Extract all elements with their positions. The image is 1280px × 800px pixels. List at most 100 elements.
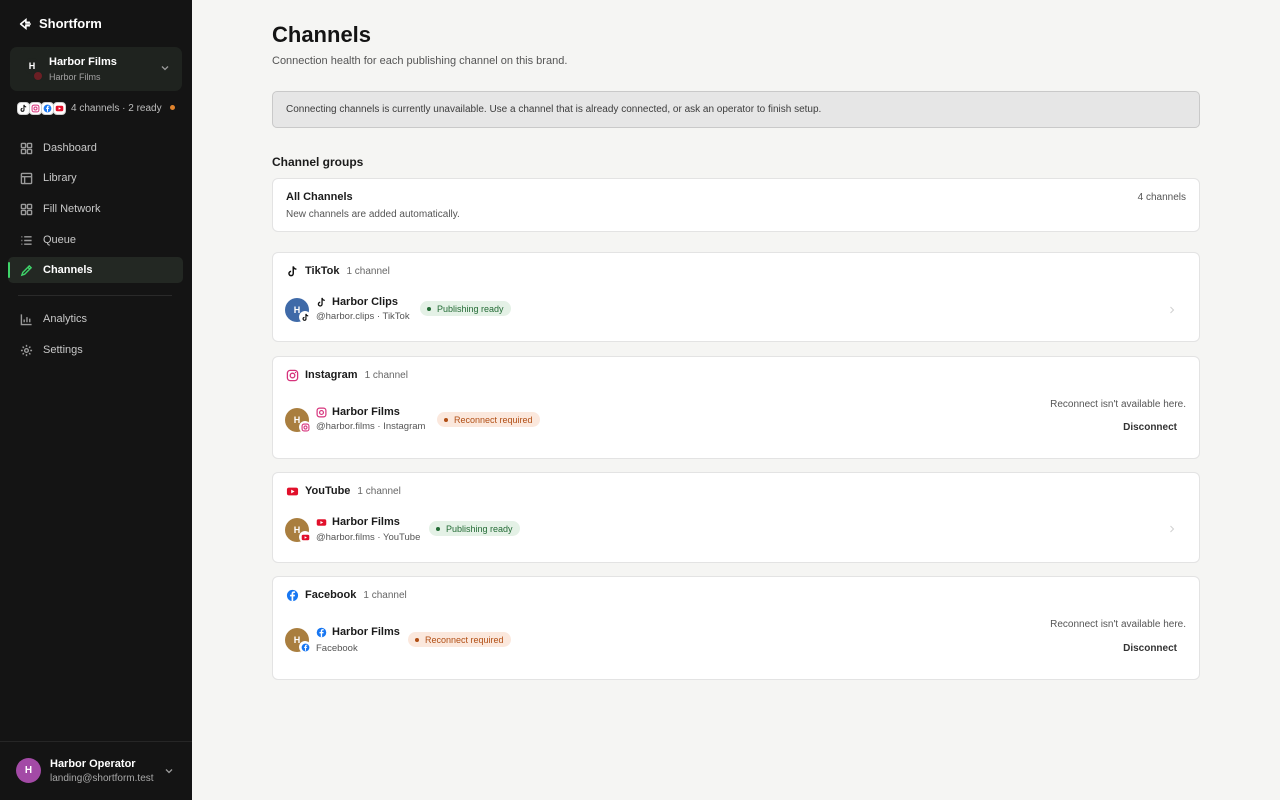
channel-name-line[interactable]: Harbor Clips [316,295,398,309]
user-email: landing@shortform.test [50,773,154,784]
disconnect-button[interactable]: Disconnect [1123,422,1177,433]
status-badge: Publishing ready [420,301,511,316]
channel-name-line[interactable]: Harbor Films [316,405,400,419]
chevron-down-icon[interactable] [164,766,174,776]
platform-card-youtube: YouTube 1 channel H Harbor Films @harbor… [272,472,1200,563]
channel-name: Harbor Films [332,516,400,528]
facebook-icon [316,627,327,637]
nav-item-dashboard[interactable]: Dashboard [8,135,183,161]
status-dot [436,526,440,531]
page-title: Channels [272,22,372,47]
brand-name: Harbor Films [49,56,117,68]
nav-item-queue[interactable]: Queue [8,227,183,253]
user-name[interactable]: Harbor Operator [50,758,136,770]
analytics-icon [20,313,32,325]
status-badge: Publishing ready [429,521,520,536]
tiktok-badge-icon [299,311,311,323]
platform-header: YouTube 1 channel [286,484,401,498]
channel-handle: @harbor.clips · TikTok [316,311,410,322]
platform-header: Instagram 1 channel [286,368,408,382]
channel-status-text: 4 channels · 2 ready [71,102,162,114]
platform-name: Instagram [305,369,358,381]
status-text: Reconnect required [454,414,533,425]
nav-item-analytics[interactable]: Analytics [8,306,183,332]
nav-item-settings[interactable]: Settings [8,337,183,363]
platform-name: Facebook [305,589,357,601]
app-logo[interactable]: Shortform [18,16,102,31]
brand-color-dot [33,71,43,81]
page-subtitle: Connection health for each publishing ch… [272,55,568,67]
nav-label: Channels [43,264,93,276]
status-badge: Reconnect required [437,412,540,427]
status-indicator-dot [170,105,175,110]
dashboard-icon [20,142,33,154]
channel-name: Harbor Films [332,406,400,418]
tiktok-icon [288,265,297,276]
status-dot [415,637,419,642]
nav-item-fill-network[interactable]: Fill Network [8,196,183,222]
status-badge: Reconnect required [408,632,511,647]
platform-header: TikTok 1 channel [286,264,390,278]
nav-label: Settings [43,344,83,356]
status-dot [427,306,431,311]
instagram-badge-icon [299,421,311,433]
platform-channel-count: 1 channel [364,369,408,381]
reconnect-note: Reconnect isn't available here. [1050,399,1186,410]
nav-divider [18,295,172,296]
channel-handle: @harbor.films · Instagram [316,421,426,432]
brand-switcher[interactable]: H Harbor Films Harbor Films [10,47,182,91]
youtube-badge-icon [299,531,311,543]
channel-handle: @harbor.films · YouTube [316,532,421,543]
platform-channel-count: 1 channel [363,589,407,601]
channel-name-line[interactable]: Harbor Films [316,515,400,529]
nav-label: Analytics [43,313,88,325]
platform-header: Facebook 1 channel [286,588,407,602]
platform-channel-count: 1 channel [357,485,401,497]
queue-icon [21,235,32,245]
youtube-icon [316,518,327,526]
nav-item-channels[interactable]: Channels [8,257,183,283]
user-avatar[interactable]: H [16,758,41,783]
channel-name: Harbor Films [332,626,400,638]
nav-label: Fill Network [43,203,101,215]
platform-card-facebook: Facebook 1 channel H Harbor Films Facebo… [272,576,1200,680]
channel-name: Harbor Clips [332,296,399,308]
channel-group-all[interactable]: All Channels New channels are added auto… [272,178,1200,232]
info-banner: Connecting channels is currently unavail… [272,91,1200,128]
shortform-logo-icon [19,17,32,30]
group-channel-count: 4 channels [1137,192,1186,203]
channel-status-summary[interactable]: 4 channels · 2 ready [17,100,179,116]
channel-handle: Facebook [316,643,358,654]
status-text: Reconnect required [425,634,504,645]
instagram-icon [286,369,299,381]
chevron-right-icon[interactable] [1169,306,1175,314]
app-name: Shortform [39,16,102,31]
channels-icon [20,264,33,276]
brand-subtitle: Harbor Films [49,72,101,82]
platform-channel-count: 1 channel [346,265,390,277]
group-title: All Channels [286,191,353,203]
sidebar: Shortform H Harbor Films Harbor Films 4 … [0,0,192,800]
user-divider [0,741,192,742]
nav-label: Dashboard [43,142,97,154]
chevron-down-icon [161,66,169,71]
channel-name-line[interactable]: Harbor Films [316,625,400,639]
settings-icon [20,344,33,356]
facebook-badge-icon [299,641,311,653]
tiktok-icon [317,297,325,307]
platform-card-tiktok: TikTok 1 channel H Harbor Clips @harbor.… [272,252,1200,342]
chevron-right-icon[interactable] [1169,525,1175,533]
group-subtitle: New channels are added automatically. [286,209,460,220]
library-icon [20,172,33,184]
instagram-icon [316,407,327,417]
platform-card-instagram: Instagram 1 channel H Harbor Films @harb… [272,356,1200,459]
youtube-icon [53,101,66,115]
nav-item-library[interactable]: Library [8,165,183,191]
status-text: Publishing ready [437,303,504,314]
platform-name: YouTube [305,485,351,497]
section-title-channel-groups: Channel groups [272,155,364,169]
status-text: Publishing ready [446,523,513,534]
disconnect-button[interactable]: Disconnect [1123,643,1177,654]
facebook-icon [286,589,299,601]
nav-label: Queue [43,234,77,246]
